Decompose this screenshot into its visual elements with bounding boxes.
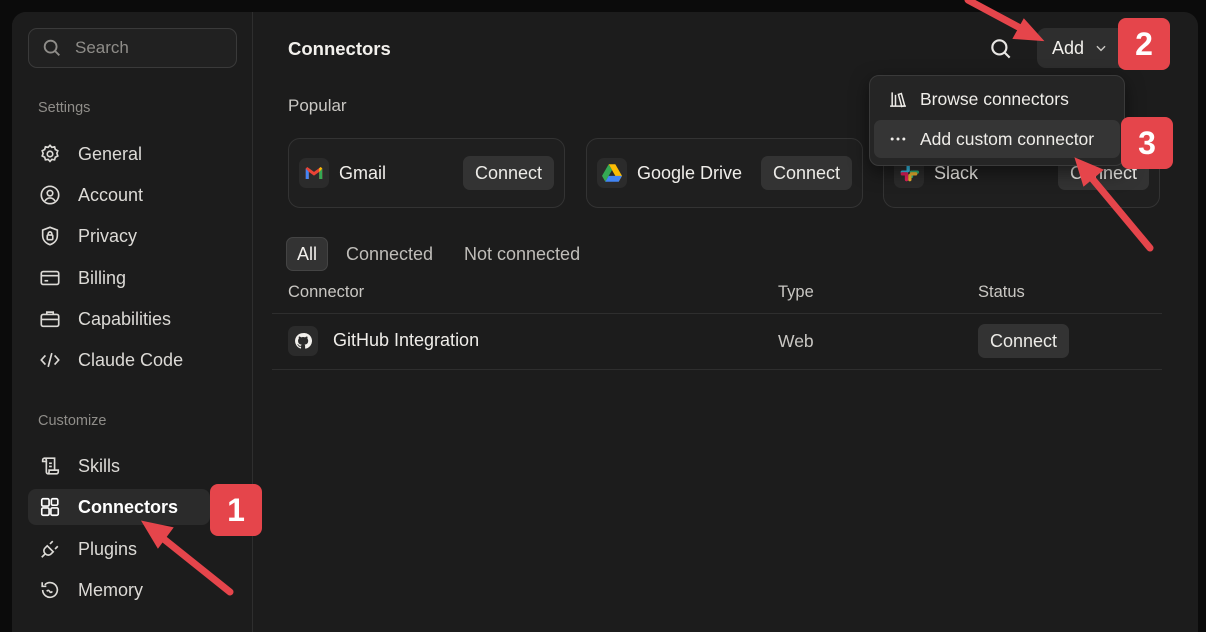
connect-button[interactable]: Connect (462, 156, 554, 190)
credit-card-icon (38, 266, 62, 290)
sidebar-item-privacy[interactable]: Privacy (28, 218, 210, 254)
library-icon (890, 92, 906, 108)
sidebar-item-label: Plugins (78, 538, 138, 559)
sidebar-item-label: Memory (78, 579, 144, 600)
user-circle-icon (38, 183, 62, 207)
search-button[interactable] (988, 36, 1014, 62)
gear-icon (38, 142, 62, 166)
sidebar-item-label: Connectors (78, 496, 179, 517)
popular-section-label: Popular (288, 96, 347, 115)
search-icon (991, 39, 1011, 59)
connector-card-google-drive: Google Drive Connect (586, 138, 863, 208)
column-header-connector: Connector (288, 283, 365, 301)
sidebar-item-plugins[interactable]: Plugins (28, 531, 210, 567)
menu-item-label: Browse connectors (920, 88, 1069, 109)
annotation-badge-1: 1 (210, 484, 262, 536)
search-icon (43, 39, 60, 56)
menu-item-browse-connectors[interactable]: Browse connectors (874, 80, 1120, 118)
settings-section-label: Settings (38, 100, 91, 116)
sidebar-item-claude-code[interactable]: Claude Code (28, 342, 210, 378)
sidebar-item-billing[interactable]: Billing (28, 260, 210, 296)
sidebar-item-label: Capabilities (78, 308, 172, 329)
sidebar-item-skills[interactable]: Skills (28, 448, 210, 484)
google-drive-icon (597, 158, 627, 188)
settings-window: Search Settings General Account Privacy … (12, 12, 1198, 632)
column-header-status: Status (978, 283, 1025, 301)
sidebar-item-label: Account (78, 184, 144, 205)
sidebar-item-capabilities[interactable]: Capabilities (28, 301, 210, 337)
annotation-badge-2: 2 (1118, 18, 1170, 70)
more-horizontal-icon (890, 137, 906, 141)
sidebar-search-input[interactable]: Search (28, 28, 237, 68)
add-dropdown-menu: Browse connectors Add custom connector (869, 75, 1125, 166)
connector-card-gmail: Gmail Connect (288, 138, 565, 208)
sidebar-item-label: Billing (78, 267, 127, 288)
filter-tab-not-connected[interactable]: Not connected (454, 237, 590, 271)
annotation-badge-3: 3 (1121, 117, 1173, 169)
filter-tab-all[interactable]: All (286, 237, 329, 271)
toolbox-icon (38, 307, 62, 331)
menu-item-add-custom-connector[interactable]: Add custom connector (874, 120, 1120, 158)
github-icon (288, 326, 318, 356)
sidebar-item-connectors[interactable]: Connectors (28, 489, 210, 525)
connector-name: Gmail (339, 162, 387, 183)
chevron-down-icon (1096, 45, 1106, 52)
table-divider (272, 369, 1162, 370)
sidebar-item-account[interactable]: Account (28, 177, 210, 213)
column-header-type: Type (778, 283, 814, 301)
gmail-icon (299, 158, 329, 188)
connector-name: GitHub Integration (333, 330, 480, 350)
add-button-label: Add (1052, 37, 1085, 58)
sidebar-item-label: General (78, 143, 143, 164)
sidebar-item-label: Claude Code (78, 349, 184, 370)
scroll-icon (38, 454, 62, 478)
plug-icon (38, 537, 62, 561)
menu-item-label: Add custom connector (920, 128, 1095, 149)
main-panel: Connectors Add Popular Gmail Connect Goo… (254, 12, 1198, 632)
sidebar-item-label: Skills (78, 455, 121, 476)
connect-button[interactable]: Connect (978, 324, 1070, 358)
sidebar-item-memory[interactable]: Memory (28, 572, 210, 608)
connect-button[interactable]: Connect (760, 156, 852, 190)
code-icon (38, 348, 62, 372)
table-divider (272, 313, 1162, 314)
shield-lock-icon (38, 224, 62, 248)
sidebar-item-label: Privacy (78, 225, 138, 246)
sidebar-item-general[interactable]: General (28, 136, 210, 172)
sidebar: Search Settings General Account Privacy … (12, 12, 253, 632)
history-icon (38, 578, 62, 602)
page-title: Connectors (288, 38, 391, 59)
add-button[interactable]: Add (1037, 28, 1129, 68)
search-placeholder: Search (75, 38, 129, 57)
grid-plus-icon (38, 495, 62, 519)
connector-name: Google Drive (637, 162, 743, 183)
customize-section-label: Customize (38, 413, 107, 429)
connector-type: Web (778, 331, 814, 351)
filter-tab-connected[interactable]: Connected (336, 237, 443, 271)
